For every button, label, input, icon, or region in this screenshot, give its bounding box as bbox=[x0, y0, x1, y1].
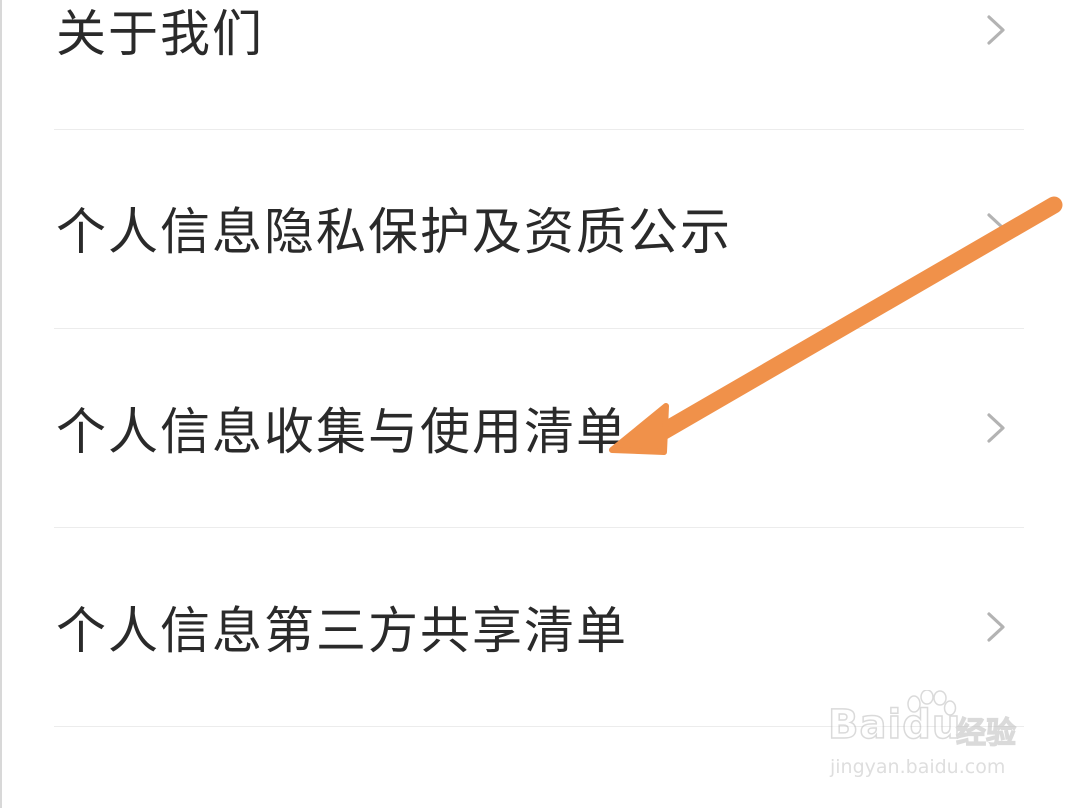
watermark-brand: Baidu bbox=[827, 701, 962, 749]
menu-item-label: 个人信息隐私保护及资质公示 bbox=[56, 203, 732, 261]
menu-item-collection-usage-list[interactable]: 个人信息收集与使用清单 bbox=[0, 330, 1080, 526]
divider bbox=[54, 527, 1024, 528]
chevron-right-icon bbox=[987, 612, 1005, 642]
menu-item-label: 个人信息收集与使用清单 bbox=[56, 403, 628, 461]
menu-item-about-us[interactable]: 关于我们 bbox=[0, 0, 1080, 128]
watermark-brand-cn: 经验 bbox=[955, 715, 1016, 751]
menu-item-label: 关于我们 bbox=[56, 5, 264, 63]
baidu-jingyan-watermark: Baidu 经验 jingyan.baidu.com bbox=[827, 690, 1028, 790]
menu-item-privacy-protection[interactable]: 个人信息隐私保护及资质公示 bbox=[0, 130, 1080, 326]
menu-item-label: 个人信息第三方共享清单 bbox=[56, 602, 628, 660]
watermark-url: jingyan.baidu.com bbox=[830, 756, 1006, 778]
chevron-right-icon bbox=[987, 15, 1005, 45]
chevron-right-icon bbox=[987, 413, 1005, 443]
settings-menu-list: 关于我们 个人信息隐私保护及资质公示 个人信息收集与使用清单 个人信息第三方共享… bbox=[0, 0, 1080, 808]
divider bbox=[54, 328, 1024, 329]
chevron-right-icon bbox=[987, 213, 1005, 243]
